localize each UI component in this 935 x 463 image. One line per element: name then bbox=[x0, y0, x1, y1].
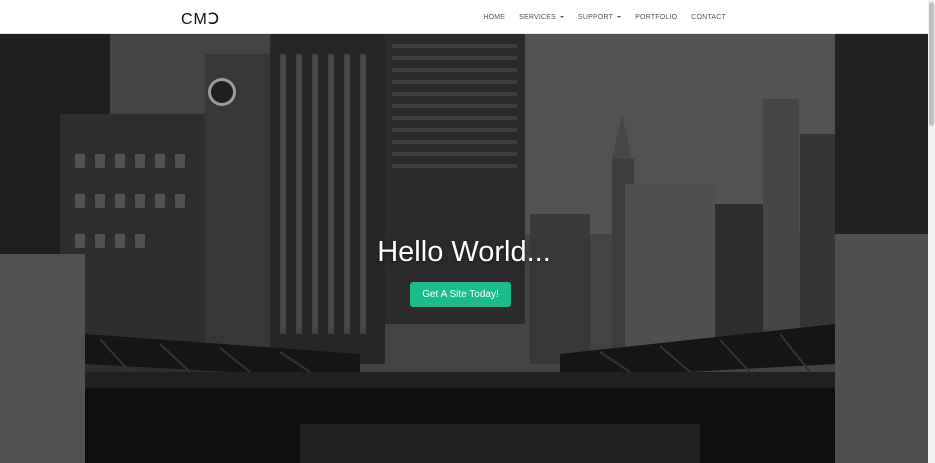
caret-down-icon bbox=[560, 16, 565, 18]
navbar: CMↃ HOME SERVICES SUPPORT PORTFOLIO CONT… bbox=[0, 0, 928, 34]
scroll-thumb[interactable] bbox=[929, 2, 934, 126]
nav-item-label: HOME bbox=[483, 13, 506, 21]
hero-section: Hello World... Get A Site Today! bbox=[0, 34, 928, 463]
get-a-site-button[interactable]: Get A Site Today! bbox=[410, 282, 511, 307]
hero-title: Hello World... bbox=[377, 236, 551, 268]
page: CMↃ HOME SERVICES SUPPORT PORTFOLIO CONT… bbox=[0, 0, 935, 463]
nav-menu: HOME SERVICES SUPPORT PORTFOLIO CONTACT bbox=[476, 0, 733, 34]
nav-item-portfolio[interactable]: PORTFOLIO bbox=[628, 14, 684, 21]
nav-item-label: SUPPORT bbox=[578, 13, 614, 21]
caret-down-icon bbox=[617, 16, 622, 18]
site-logo[interactable]: CMↃ bbox=[181, 9, 220, 29]
nav-item-support[interactable]: SUPPORT bbox=[571, 14, 628, 21]
nav-item-home[interactable]: HOME bbox=[476, 14, 512, 21]
nav-item-label: CONTACT bbox=[691, 13, 726, 21]
nav-item-label: PORTFOLIO bbox=[635, 13, 678, 21]
nav-item-services[interactable]: SERVICES bbox=[512, 14, 571, 21]
page-scrollbar[interactable] bbox=[928, 0, 935, 463]
nav-item-label: SERVICES bbox=[519, 13, 557, 21]
nav-item-contact[interactable]: CONTACT bbox=[684, 14, 733, 21]
